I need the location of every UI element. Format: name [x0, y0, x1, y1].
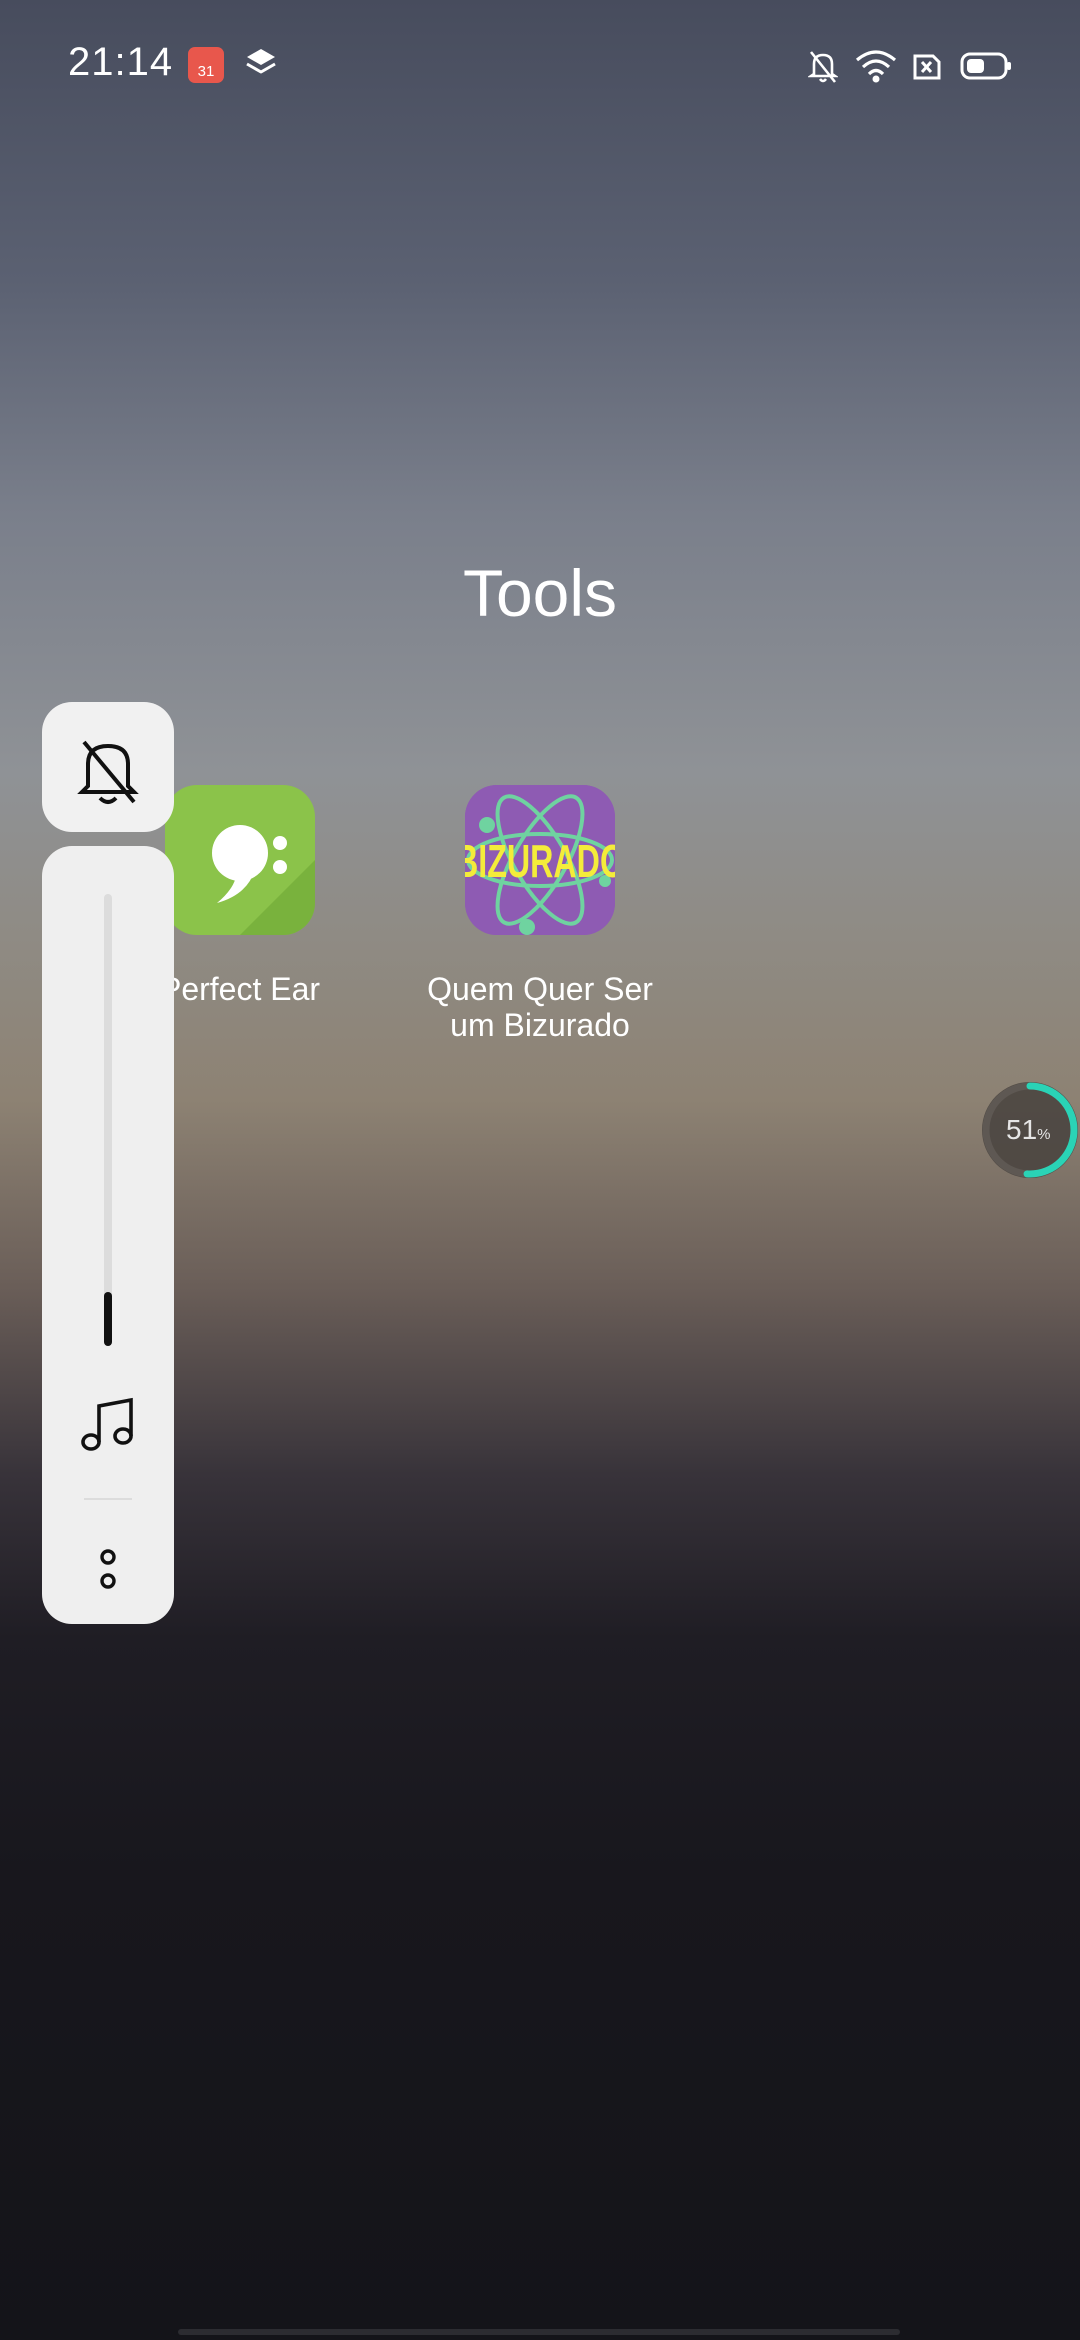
layers-icon [246, 49, 276, 74]
usage-percent-unit: % [1037, 1126, 1051, 1143]
calendar-day: 31 [197, 63, 215, 80]
ringer-mute-button[interactable] [42, 702, 174, 832]
usage-percent-text: 51% [1006, 1114, 1051, 1146]
music-note-icon[interactable] [78, 1394, 138, 1454]
status-bar: 21:14 31 [0, 0, 1080, 130]
wifi-icon [855, 50, 897, 83]
calendar-icon: 31 [188, 47, 224, 83]
perfect-ear-icon[interactable] [165, 785, 315, 935]
app-label-perfect-ear: Perfect Ear [159, 971, 321, 1007]
bell-off-icon [808, 51, 838, 83]
sim-off-icon [913, 54, 941, 80]
volume-divider [84, 1498, 132, 1500]
battery-icon [960, 52, 1011, 80]
volume-level [104, 1291, 112, 1346]
bell-off-icon [77, 740, 139, 804]
usage-percent-value: 51 [1006, 1114, 1038, 1145]
status-time: 21:14 [68, 40, 174, 84]
volume-panel[interactable] [42, 846, 174, 1624]
usage-percent-widget[interactable]: 51% [978, 1078, 1080, 1182]
volume-slider[interactable] [104, 894, 112, 1346]
bizurado-icon-text: BIZURADO [465, 835, 615, 887]
bizurado-icon[interactable]: BIZURADO [465, 785, 615, 935]
gesture-bar[interactable] [178, 2329, 900, 2335]
folder-title: Tools [462, 556, 618, 630]
more-options-icon[interactable] [94, 1546, 122, 1594]
app-label-bizurado: Quem Quer Ser um Bizurado [427, 971, 653, 1043]
